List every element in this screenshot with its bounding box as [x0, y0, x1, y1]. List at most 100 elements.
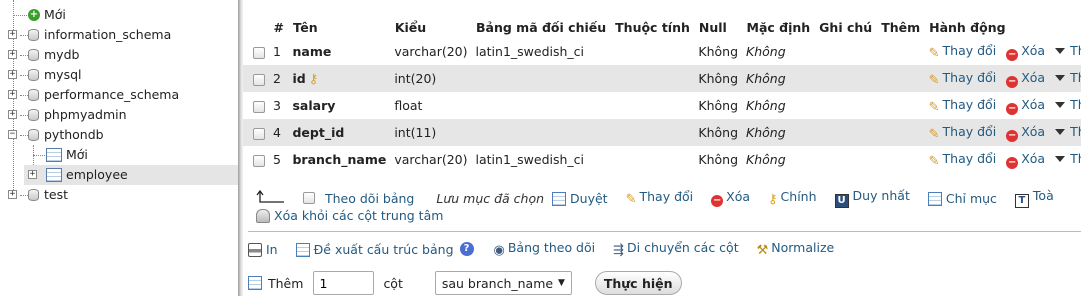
row-checkbox-cell [243, 146, 269, 173]
nav-item-mydb[interactable]: + mydb [0, 45, 238, 65]
drop-icon: − [1006, 75, 1019, 88]
expand-icon[interactable]: + [8, 50, 17, 59]
normalize-label: Normalize [771, 240, 835, 255]
nav-item-label: phpmyadmin [44, 107, 127, 122]
header-type[interactable]: Kiểu [390, 17, 473, 38]
column-attributes [610, 65, 695, 92]
track-label: Bảng theo dõi [507, 240, 596, 255]
drop-button[interactable]: − Xóa [1006, 124, 1045, 142]
browse-button[interactable]: Duyệt [552, 191, 608, 206]
bulk-change-button[interactable]: ✎ Thay đổi [626, 189, 694, 207]
change-button[interactable]: ✎ Thay đổi [929, 150, 997, 169]
more-button[interactable]: Thêm [1055, 124, 1081, 139]
header-attributes[interactable]: Thuộc tính [610, 17, 695, 38]
column-name-cell: name [288, 38, 391, 65]
change-button[interactable]: ✎ Thay đổi [929, 70, 997, 88]
column-type: float [390, 92, 472, 119]
table-row[interactable]: 4dept_idint(11)KhôngKhông✎Thay đổi−XóaTh… [243, 119, 1081, 146]
expand-icon[interactable]: + [28, 170, 37, 179]
nav-item-pythondb[interactable]: − pythondb [0, 125, 238, 145]
bulk-fulltext-button[interactable]: T Toà [1014, 188, 1054, 208]
nav-item-mysql[interactable]: + mysql [0, 65, 238, 85]
column-type: varchar(20) [390, 38, 472, 65]
column-null: Không [694, 119, 742, 146]
more-button[interactable]: Thêm [1055, 97, 1081, 112]
header-extra[interactable]: Thêm [876, 17, 926, 38]
collapse-icon[interactable]: − [8, 130, 17, 139]
new-table-icon [46, 148, 62, 162]
row-checkbox[interactable] [253, 154, 265, 167]
expand-icon[interactable]: + [8, 30, 17, 39]
bulk-primary-button[interactable]: ⚷ Chính [768, 189, 817, 207]
more-button[interactable]: Thêm [1055, 70, 1081, 85]
track-table-button[interactable]: ◉ Bảng theo dõi [494, 240, 596, 258]
header-collation[interactable]: Bảng mã đối chiếu [471, 17, 612, 38]
nav-item-new[interactable]: + Mới [0, 5, 238, 25]
drop-button[interactable]: − Xóa [1006, 151, 1045, 169]
change-button[interactable]: ✎ Thay đổi [928, 43, 997, 61]
nav-item-new-table[interactable]: Mới [0, 145, 238, 165]
with-selected-label: Lưu mục đã chọn [436, 190, 545, 206]
row-checkbox[interactable] [253, 46, 265, 59]
change-label: Thay đổi [942, 150, 997, 166]
add-column-count-input[interactable] [313, 271, 375, 295]
print-button[interactable]: In [248, 242, 278, 257]
fulltext-icon: T [1014, 194, 1029, 208]
header-number[interactable]: # [269, 17, 289, 38]
nav-item-phpmyadmin[interactable]: + phpmyadmin [0, 105, 238, 125]
table-row[interactable]: 3salaryfloatKhôngKhông✎Thay đổi−XóaThêm [243, 92, 1081, 119]
check-all-checkbox[interactable] [303, 192, 315, 204]
expand-icon[interactable]: + [8, 190, 17, 199]
column-name: dept_id [292, 125, 345, 140]
bulk-index-button[interactable]: Chỉ mục [927, 191, 997, 206]
expand-icon[interactable]: + [8, 110, 17, 119]
change-label: Thay đổi [942, 123, 997, 139]
column-null: Không [694, 92, 742, 119]
add-position-select[interactable]: sau branch_name ▼ [434, 271, 572, 295]
table-row[interactable]: 2id⚷int(20)KhôngKhông✎Thay đổi−XóaThêm [243, 65, 1081, 92]
expand-icon[interactable]: + [8, 90, 17, 99]
normalize-button[interactable]: ⚒ Normalize [757, 240, 835, 258]
column-default: Không [742, 65, 815, 92]
bulk-unique-button[interactable]: U Duy nhất [834, 188, 910, 208]
table-row[interactable]: 5 branch_name varchar(20) latin1_swedish_ci… [243, 146, 1081, 173]
header-comment[interactable]: Ghi chú [814, 17, 878, 38]
header-name[interactable]: Tên [288, 17, 391, 38]
header-default[interactable]: Mặc định [742, 17, 816, 38]
more-button[interactable]: Thêm [1055, 43, 1081, 58]
nav-item-test[interactable]: + test [0, 185, 238, 205]
table-row[interactable]: 1 name varchar(20) latin1_swedish_ci Không Kh… [243, 38, 1081, 65]
column-null: Không [694, 65, 742, 92]
column-name: salary [292, 98, 336, 113]
drop-button[interactable]: − Xóa [1006, 70, 1045, 88]
header-null[interactable]: Null [694, 17, 743, 38]
pencil-icon: ✎ [625, 192, 637, 207]
nav-item-information-schema[interactable]: + information_schema [0, 25, 238, 45]
change-button[interactable]: ✎ Thay đổi [929, 97, 997, 115]
drop-button[interactable]: − Xóa [1006, 97, 1045, 115]
row-checkbox-cell [243, 92, 269, 119]
help-icon[interactable]: ? [459, 242, 474, 256]
remove-central-button[interactable]: Xóa khỏi các cột trung tâm [256, 208, 443, 223]
column-attributes [610, 92, 695, 119]
row-checkbox[interactable] [253, 127, 265, 140]
pencil-icon: ✎ [928, 45, 940, 61]
more-button[interactable]: Thêm [1055, 151, 1081, 166]
propose-structure-button[interactable]: Đề xuất cấu trúc bảng [295, 242, 454, 257]
row-checkbox[interactable] [253, 100, 265, 113]
move-columns-button[interactable]: ⇶ Di chuyển các cột [613, 240, 738, 258]
nav-item-employee[interactable]: + employee [24, 165, 238, 185]
expand-icon[interactable]: + [8, 70, 17, 79]
row-checkbox[interactable] [253, 73, 265, 86]
database-icon [28, 49, 39, 61]
bulk-drop-button[interactable]: − Xóa [711, 189, 750, 207]
nav-item-label: test [44, 187, 69, 202]
dropdown-triangle-icon [1055, 74, 1066, 81]
go-button[interactable]: Thực hiện [594, 271, 682, 295]
check-all-label[interactable]: Theo dõi bảng [325, 191, 414, 206]
nav-item-performance-schema[interactable]: + performance_schema [0, 85, 238, 105]
key-icon: ⚷ [768, 192, 778, 207]
drop-button[interactable]: − Xóa [1006, 43, 1045, 61]
change-button[interactable]: ✎ Thay đổi [929, 123, 997, 142]
row-actions: ✎Thay đổi −Xóa Thêm [924, 92, 1081, 119]
